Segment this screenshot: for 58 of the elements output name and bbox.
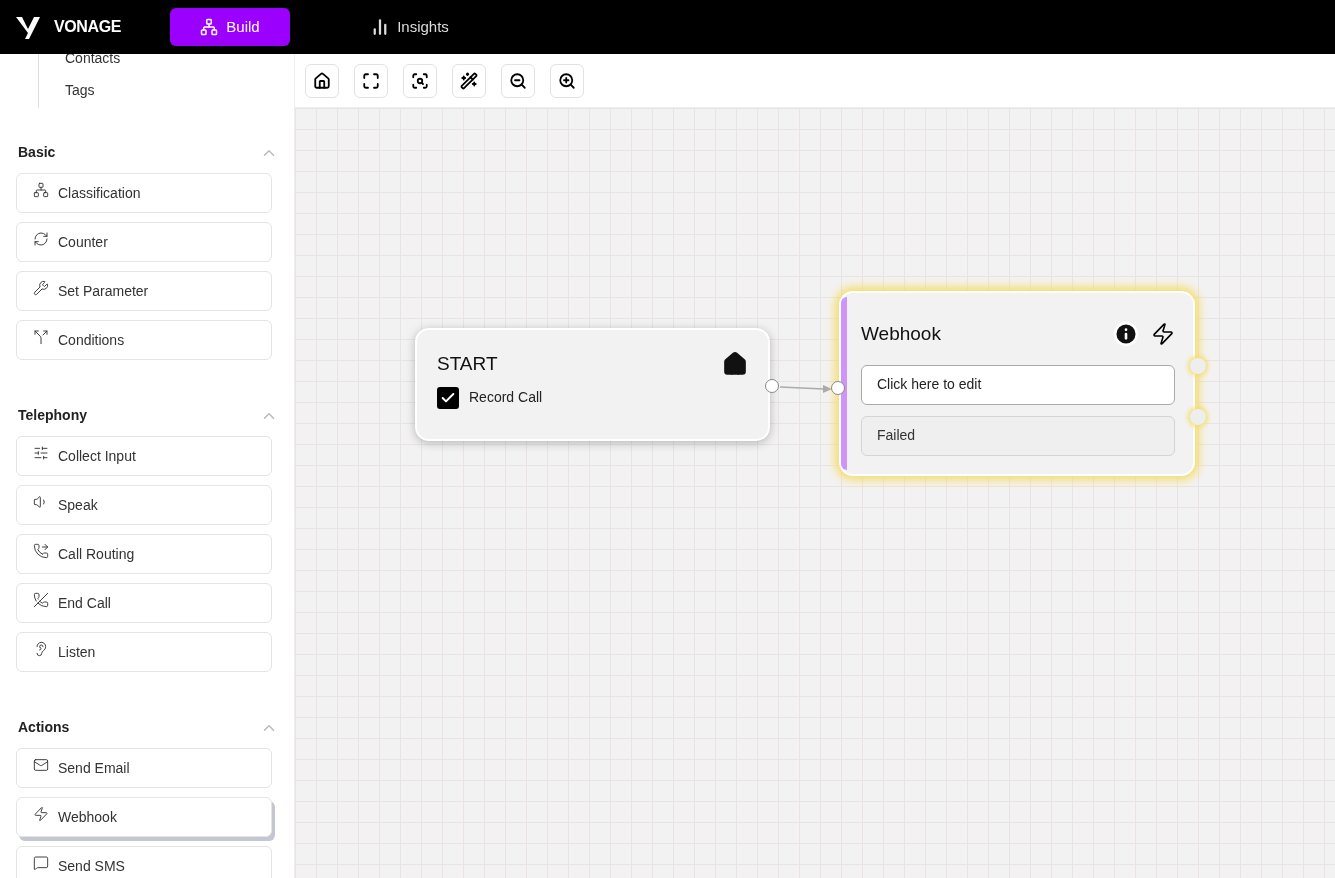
toolbar-button[interactable] (403, 63, 437, 98)
palette-item[interactable]: Counter (16, 222, 272, 262)
sliders-icon (33, 445, 49, 461)
palette-item[interactable]: Send SMS (16, 846, 272, 878)
toolbar-button[interactable] (550, 63, 584, 98)
palette-item[interactable]: End Call (16, 583, 272, 623)
palette-item[interactable]: Listen (16, 632, 272, 672)
palette-item[interactable]: Conditions (16, 320, 272, 360)
palette-item[interactable]: Collect Input (16, 436, 272, 476)
mail-icon (33, 757, 49, 773)
palette-item[interactable]: Classification (16, 173, 272, 213)
logo-icon (16, 15, 42, 39)
magic-wand-icon (460, 71, 478, 90)
fullscreen-icon (362, 71, 380, 90)
node-title: Webhook (861, 322, 941, 346)
start-node[interactable]: START Record Call (415, 328, 770, 441)
output-port[interactable] (765, 379, 779, 393)
nav-tab[interactable]: Build (170, 8, 290, 46)
toolbar-button[interactable] (354, 63, 388, 98)
section-title: Actions (18, 718, 70, 737)
sitemap-icon (200, 18, 219, 36)
edit-field[interactable]: Click here to edit (861, 364, 1175, 405)
palette-item[interactable]: Send Email (16, 748, 272, 788)
home-icon (313, 71, 331, 90)
logo-text: VONAGE (54, 17, 121, 37)
toolbar-button[interactable] (501, 63, 535, 98)
ear-icon (33, 641, 49, 657)
zoom-out-icon (509, 71, 527, 90)
palette-item[interactable]: Set Parameter (16, 271, 272, 311)
toolbar-button[interactable] (305, 63, 339, 98)
tree-item[interactable]: Tags (65, 80, 294, 100)
lightning-icon (1151, 322, 1175, 347)
nav-tab[interactable]: Insights (350, 8, 470, 46)
refresh-icon (33, 231, 49, 247)
chat-bubble-icon (33, 855, 49, 871)
connector-arrow (780, 383, 832, 395)
input-port[interactable] (831, 381, 845, 395)
node-title: START (437, 352, 498, 376)
info-icon[interactable] (1113, 321, 1139, 348)
checkbox-label: Record Call (469, 388, 543, 407)
wrench-icon (33, 280, 49, 296)
toolbar-button[interactable] (452, 63, 486, 98)
branch-icon (33, 329, 49, 345)
palette-item[interactable]: Speak (16, 485, 272, 525)
failure-output: Failed (861, 415, 1175, 456)
webhook-node[interactable]: Webhook Click here to edit Failed (839, 291, 1195, 476)
palette-item[interactable]: Call Routing (16, 534, 272, 574)
lightning-icon (33, 806, 49, 822)
hierarchy-icon (33, 182, 49, 198)
phone-off-icon (33, 592, 49, 608)
zoom-scan-icon (411, 71, 429, 90)
section-title: Telephony (18, 406, 87, 425)
tree-item[interactable]: Contacts (65, 54, 294, 68)
section-title: Basic (18, 143, 56, 162)
zoom-in-icon (558, 71, 576, 90)
checkbox[interactable] (437, 386, 459, 409)
phone-forward-icon (33, 543, 49, 559)
home-icon (722, 351, 748, 378)
